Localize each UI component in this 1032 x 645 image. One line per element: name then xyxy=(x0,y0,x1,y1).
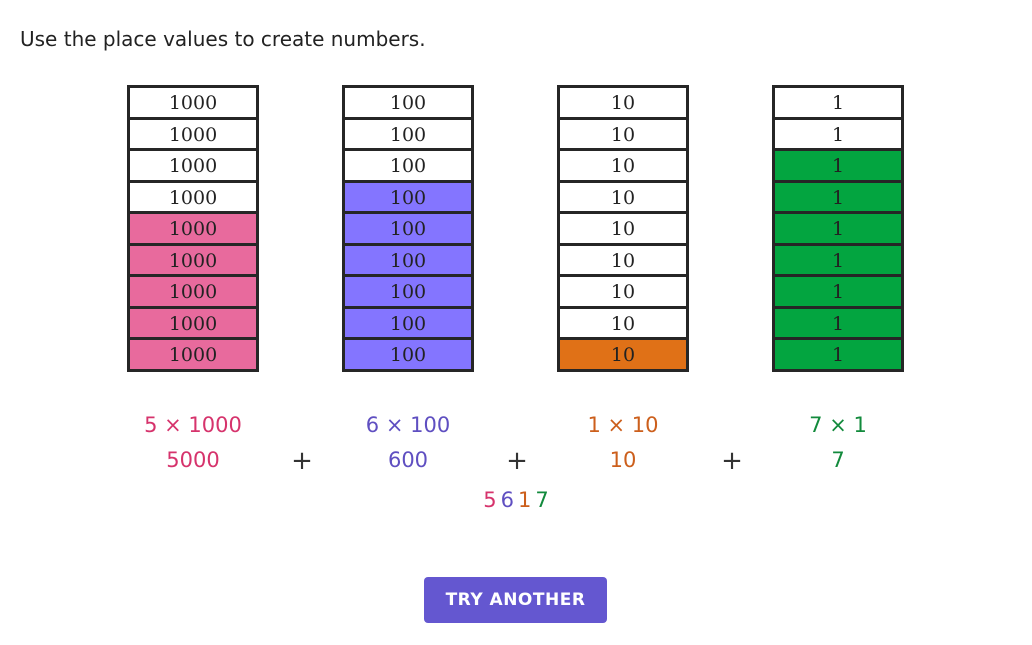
block-selected[interactable]: 1000 xyxy=(127,337,259,372)
try-another-button[interactable]: TRY ANOTHER xyxy=(424,577,607,623)
block-unselected[interactable]: 100 xyxy=(342,116,474,151)
block-unselected[interactable]: 1000 xyxy=(127,148,259,183)
block-unselected[interactable]: 10 xyxy=(557,305,689,340)
block-unselected[interactable]: 10 xyxy=(557,85,689,120)
block-unselected[interactable]: 10 xyxy=(557,148,689,183)
place-value-column-tens: 10 10 10 10 10 10 10 10 10 xyxy=(557,85,689,372)
instruction-text: Use the place values to create numbers. xyxy=(20,27,426,51)
expression-thousands: 5 × 1000 xyxy=(144,413,242,437)
block-selected[interactable]: 100 xyxy=(342,337,474,372)
block-unselected[interactable]: 1000 xyxy=(127,85,259,120)
plus-sign: + xyxy=(291,446,313,476)
value-thousands: 5000 xyxy=(166,448,220,472)
block-selected[interactable]: 1 xyxy=(772,337,904,372)
block-unselected[interactable]: 100 xyxy=(342,148,474,183)
expression-hundreds: 6 × 100 xyxy=(365,413,451,437)
block-unselected[interactable]: 10 xyxy=(557,116,689,151)
block-selected[interactable]: 1000 xyxy=(127,211,259,246)
plus-sign: + xyxy=(721,446,743,476)
place-value-column-hundreds: 100 100 100 100 100 100 100 100 100 xyxy=(342,85,474,372)
block-unselected[interactable]: 1000 xyxy=(127,179,259,214)
place-value-column-ones: 111111111 xyxy=(772,85,904,372)
block-selected[interactable]: 1 xyxy=(772,305,904,340)
block-unselected[interactable]: 10 xyxy=(557,242,689,277)
block-selected[interactable]: 100 xyxy=(342,179,474,214)
block-unselected[interactable]: 100 xyxy=(342,85,474,120)
block-selected[interactable]: 1 xyxy=(772,148,904,183)
block-selected[interactable]: 1000 xyxy=(127,305,259,340)
result-number: 5617 xyxy=(0,488,1032,512)
block-unselected[interactable]: 1000 xyxy=(127,116,259,151)
block-selected[interactable]: 100 xyxy=(342,305,474,340)
plus-sign: + xyxy=(506,446,528,476)
value-ones: 7 xyxy=(831,448,845,472)
block-unselected[interactable]: 1 xyxy=(772,116,904,151)
result-digit-thousands: 5 xyxy=(483,488,497,512)
block-selected[interactable]: 100 xyxy=(342,274,474,309)
block-selected[interactable]: 10 xyxy=(557,337,689,372)
block-selected[interactable]: 1 xyxy=(772,242,904,277)
result-digit-tens: 1 xyxy=(518,488,532,512)
block-selected[interactable]: 1 xyxy=(772,179,904,214)
expression-tens: 1 × 10 xyxy=(587,413,659,437)
block-selected[interactable]: 1000 xyxy=(127,274,259,309)
block-unselected[interactable]: 10 xyxy=(557,274,689,309)
block-selected[interactable]: 100 xyxy=(342,211,474,246)
value-tens: 10 xyxy=(609,448,637,472)
block-selected[interactable]: 1000 xyxy=(127,242,259,277)
block-unselected[interactable]: 10 xyxy=(557,211,689,246)
block-selected[interactable]: 1 xyxy=(772,211,904,246)
result-digit-hundreds: 6 xyxy=(500,488,514,512)
result-digit-ones: 7 xyxy=(535,488,549,512)
block-selected[interactable]: 100 xyxy=(342,242,474,277)
block-unselected[interactable]: 1 xyxy=(772,85,904,120)
block-selected[interactable]: 1 xyxy=(772,274,904,309)
value-hundreds: 600 xyxy=(387,448,429,472)
place-value-column-thousands: 1000 1000 1000 1000 1000 1000 1000 1000 1000 xyxy=(127,85,259,372)
block-unselected[interactable]: 10 xyxy=(557,179,689,214)
expression-ones: 7 × 1 xyxy=(809,413,867,437)
